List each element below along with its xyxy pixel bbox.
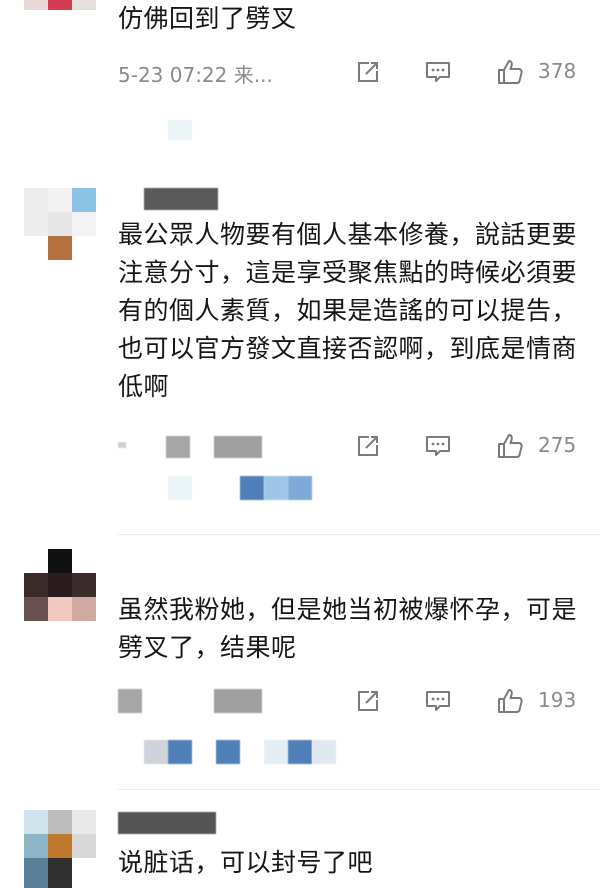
username[interactable]	[118, 188, 218, 210]
avatar[interactable]	[24, 549, 96, 621]
like-count[interactable]: 378	[538, 59, 576, 83]
like-count[interactable]: 275	[538, 433, 576, 457]
like-count[interactable]: 193	[538, 688, 576, 712]
comment-icon[interactable]	[424, 687, 452, 715]
username[interactable]	[118, 812, 218, 834]
comment-item: 说脏话，可以封号了吧	[0, 790, 600, 888]
comment-time	[118, 689, 268, 713]
sub-reply-preview[interactable]	[144, 740, 344, 766]
sub-reply-preview[interactable]	[168, 116, 228, 142]
comment-text: 仿佛回到了劈叉	[118, 4, 297, 33]
comment-time	[118, 436, 268, 458]
comment-item: 最公眾人物要有個人基本修養，說話更要注意分寸，這是享受聚焦點的時候必須要有的個人…	[0, 150, 600, 535]
share-icon[interactable]	[354, 58, 382, 86]
sub-reply-preview[interactable]	[168, 476, 318, 502]
comment-text: 说脏话，可以封号了吧	[118, 848, 374, 877]
comment-icon[interactable]	[424, 432, 452, 460]
share-icon[interactable]	[354, 687, 382, 715]
avatar[interactable]	[24, 0, 96, 10]
comment-meta: 193	[118, 685, 588, 715]
comment-text: 虽然我粉她，但是她当初被爆怀孕，可是劈叉了，结果呢	[118, 595, 578, 662]
thumbs-up-icon[interactable]	[496, 687, 524, 715]
thumbs-up-icon[interactable]	[496, 58, 524, 86]
avatar[interactable]	[24, 810, 96, 888]
thumbs-up-icon[interactable]	[496, 432, 524, 460]
comment-item: 虽然我粉她，但是她当初被爆怀孕，可是劈叉了，结果呢 193	[0, 535, 600, 790]
comment-item: 仿佛回到了劈叉 5-23 07:22 来... 378	[0, 0, 600, 150]
avatar[interactable]	[24, 188, 96, 260]
comment-icon[interactable]	[424, 58, 452, 86]
comment-meta: 5-23 07:22 来... 378	[118, 56, 588, 87]
comment-meta: 275	[118, 430, 588, 460]
comment-text: 最公眾人物要有個人基本修養，說話更要注意分寸，這是享受聚焦點的時候必須要有的個人…	[118, 220, 578, 401]
share-icon[interactable]	[354, 432, 382, 460]
comment-time: 5-23 07:22 来...	[118, 63, 273, 87]
